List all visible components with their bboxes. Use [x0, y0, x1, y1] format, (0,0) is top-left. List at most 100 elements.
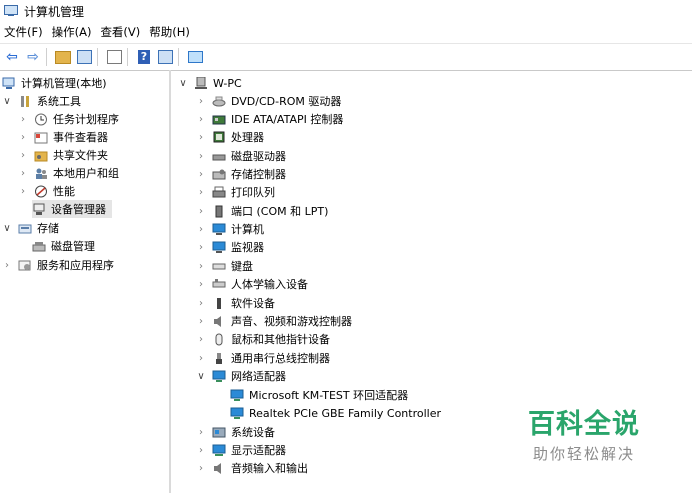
chevron-right-icon[interactable]: ›	[196, 279, 206, 290]
tree-item-device-manager[interactable]: 设备管理器	[32, 200, 112, 218]
device-category-mice[interactable]: › 鼠标和其他指针设备	[196, 330, 330, 348]
chevron-right-icon[interactable]: ›	[18, 186, 28, 197]
tree-item-system-tools[interactable]: ∨ 系统工具	[2, 92, 81, 110]
chevron-right-icon[interactable]: ›	[196, 187, 206, 198]
chevron-right-icon[interactable]: ›	[196, 316, 206, 327]
chevron-right-icon[interactable]: ›	[18, 132, 28, 143]
device-category-print-queues[interactable]: › 打印队列	[196, 183, 275, 201]
chevron-right-icon[interactable]: ›	[196, 96, 206, 107]
chevron-right-icon[interactable]: ›	[196, 224, 206, 235]
up-folder-icon[interactable]	[54, 48, 72, 66]
chevron-right-icon[interactable]: ›	[196, 463, 206, 474]
computer-node-icon	[194, 76, 208, 90]
tree-item-shared-folders[interactable]: › 共享文件夹	[18, 146, 108, 164]
forward-icon[interactable]: ⇨	[24, 48, 42, 66]
show-tree-icon[interactable]	[75, 48, 93, 66]
tree-item-disk-management[interactable]: 磁盘管理	[32, 237, 95, 255]
chevron-right-icon[interactable]: ›	[196, 242, 206, 253]
usb-icon	[212, 352, 226, 365]
tree-item-performance[interactable]: › 性能	[18, 182, 75, 200]
chevron-right-icon[interactable]: ›	[196, 151, 206, 162]
device-category-processor[interactable]: › 处理器	[196, 128, 264, 146]
toolbar-separator	[127, 48, 128, 66]
port-icon	[212, 205, 226, 218]
computer-icon	[212, 223, 226, 236]
monitor-device-icon	[212, 241, 226, 254]
action-pane-icon[interactable]	[156, 48, 174, 66]
back-icon[interactable]: ⇦	[3, 48, 21, 66]
chevron-down-icon[interactable]: ∨	[196, 371, 206, 382]
device-category-computer[interactable]: › 计算机	[196, 220, 264, 238]
device-category-disk-drives[interactable]: › 磁盘驱动器	[196, 147, 286, 165]
storage-controller-icon	[212, 168, 226, 181]
tree-item-task-scheduler[interactable]: › 任务计划程序	[18, 110, 119, 128]
chevron-right-icon[interactable]: ›	[196, 298, 206, 309]
disk-icon	[32, 240, 46, 253]
services-icon	[18, 259, 32, 272]
chevron-right-icon[interactable]: ›	[196, 169, 206, 180]
chevron-right-icon[interactable]: ›	[196, 353, 206, 364]
chevron-right-icon[interactable]: ›	[196, 334, 206, 345]
toolbar-separator	[178, 48, 179, 66]
menu-view[interactable]: 查看(V)	[100, 24, 140, 40]
menu-help[interactable]: 帮助(H)	[149, 24, 190, 40]
device-category-sound[interactable]: › 声音、视频和游戏控制器	[196, 312, 352, 330]
mouse-icon	[212, 333, 226, 346]
tree-item-local-users[interactable]: › 本地用户和组	[18, 164, 119, 182]
chevron-right-icon[interactable]: ›	[18, 114, 28, 125]
device-category-label: DVD/CD-ROM 驱动器	[231, 95, 342, 108]
chevron-right-icon[interactable]: ›	[196, 427, 206, 438]
device-category-system-devices[interactable]: › 系统设备	[196, 423, 275, 441]
tree-item-label: 系统工具	[37, 95, 81, 108]
chevron-right-icon[interactable]: ›	[196, 132, 206, 143]
chevron-right-icon[interactable]: ›	[2, 260, 12, 271]
device-category-audio-io[interactable]: › 音频输入和输出	[196, 459, 308, 477]
chevron-down-icon[interactable]: ∨	[2, 96, 12, 107]
software-device-icon	[212, 297, 226, 310]
device-category-label: 处理器	[231, 131, 264, 144]
device-category-software-devices[interactable]: › 软件设备	[196, 294, 275, 312]
device-category-keyboards[interactable]: › 键盘	[196, 257, 253, 275]
chevron-right-icon[interactable]: ›	[196, 445, 206, 456]
chevron-right-icon[interactable]: ›	[196, 114, 206, 125]
device-category-label: 软件设备	[231, 297, 275, 310]
dvd-drive-icon	[212, 95, 226, 108]
chevron-right-icon[interactable]: ›	[196, 206, 206, 217]
device-category-label: 打印队列	[231, 186, 275, 199]
monitor-icon[interactable]	[186, 48, 204, 66]
help-icon[interactable]: ?	[135, 48, 153, 66]
tree-item-storage[interactable]: ∨ 存储	[2, 219, 59, 237]
device-category-hid[interactable]: › 人体学输入设备	[196, 275, 308, 293]
device-item-ms-loopback[interactable]: Microsoft KM-TEST 环回适配器	[230, 386, 408, 404]
device-root-w-pc[interactable]: ∨ W-PC	[178, 74, 242, 92]
device-category-label: 监视器	[231, 241, 264, 254]
chevron-right-icon[interactable]: ›	[18, 168, 28, 179]
device-category-ide[interactable]: › IDE ATA/ATAPI 控制器	[196, 110, 343, 128]
tree-item-computer-management[interactable]: 计算机管理(本地)	[2, 74, 107, 92]
device-category-monitors[interactable]: › 监视器	[196, 238, 264, 256]
chevron-down-icon[interactable]: ∨	[2, 223, 12, 234]
device-category-network-adapters[interactable]: ∨ 网络适配器	[196, 367, 286, 385]
device-item-realtek[interactable]: Realtek PCIe GBE Family Controller	[230, 404, 441, 422]
device-category-ports[interactable]: › 端口 (COM 和 LPT)	[196, 202, 328, 220]
device-category-storage-controllers[interactable]: › 存储控制器	[196, 165, 286, 183]
menu-action[interactable]: 操作(A)	[52, 24, 92, 40]
menu-file[interactable]: 文件(F)	[4, 24, 43, 40]
tree-item-label: 任务计划程序	[53, 113, 119, 126]
hid-icon	[212, 278, 226, 291]
properties-icon[interactable]	[105, 48, 123, 66]
chevron-right-icon[interactable]: ›	[18, 150, 28, 161]
device-category-dvd[interactable]: › DVD/CD-ROM 驱动器	[196, 92, 341, 110]
chevron-right-icon[interactable]: ›	[196, 261, 206, 272]
pane-divider[interactable]	[169, 70, 171, 493]
device-category-usb[interactable]: › 通用串行总线控制器	[196, 349, 330, 367]
tree-item-services[interactable]: › 服务和应用程序	[2, 256, 114, 274]
clock-icon	[34, 113, 48, 126]
tree-item-label: 本地用户和组	[53, 167, 119, 180]
device-category-display-adapters[interactable]: › 显示适配器	[196, 441, 286, 459]
computer-management-icon	[2, 77, 16, 90]
computer-management-app-icon	[4, 5, 18, 17]
chevron-down-icon[interactable]: ∨	[178, 78, 188, 89]
tree-item-event-viewer[interactable]: › 事件查看器	[18, 128, 108, 146]
keyboard-icon	[212, 260, 226, 273]
